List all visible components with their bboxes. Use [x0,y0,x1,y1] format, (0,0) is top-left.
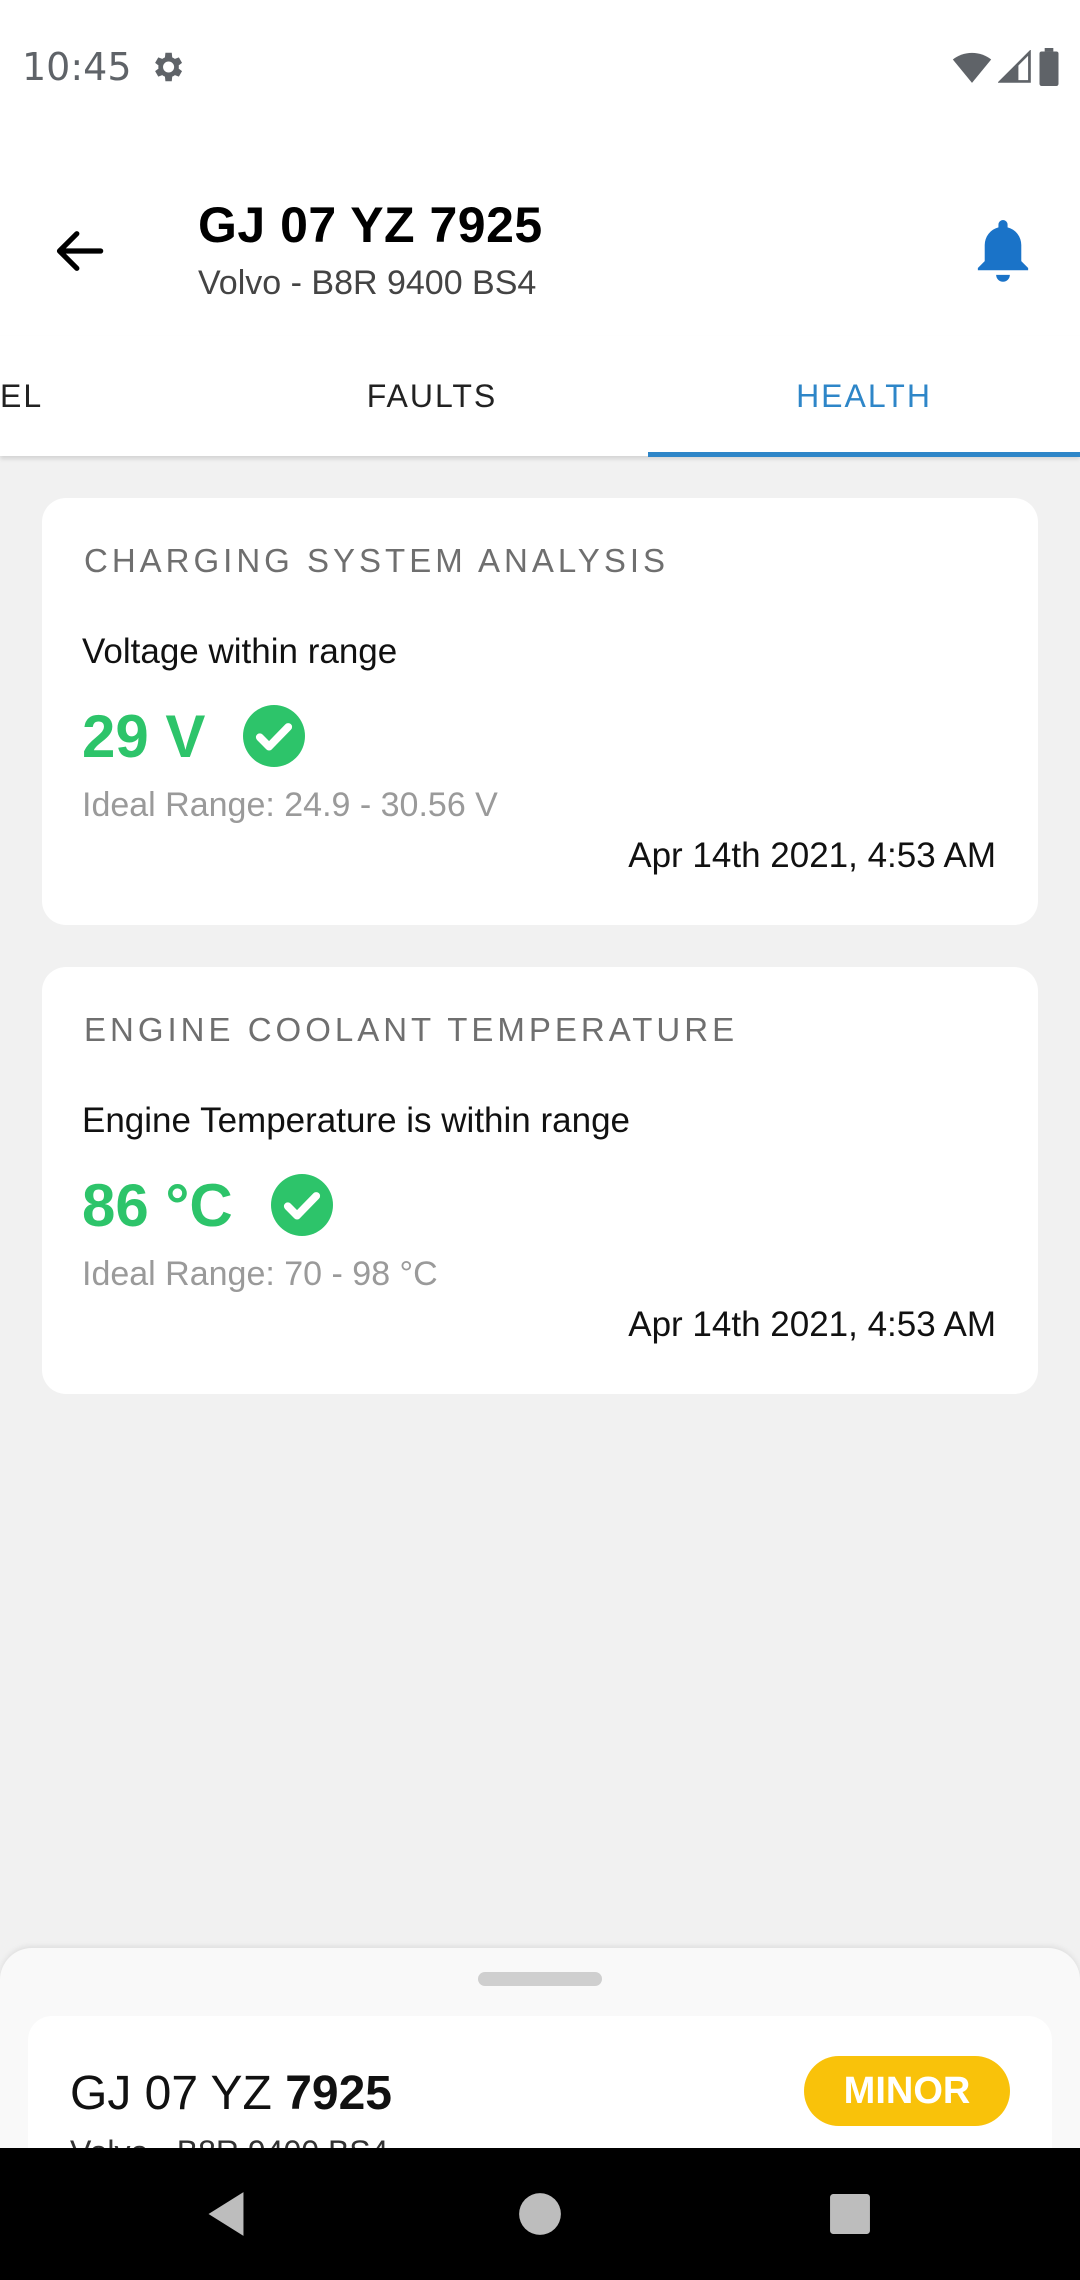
status-time: 10:45 [22,45,132,89]
vehicle-plate-title: GJ 07 YZ 7925 [198,197,543,253]
status-icons [952,48,1060,86]
card-value-row: 86 °C [82,1167,333,1243]
card-status-message: Voltage within range [82,632,398,671]
card-value-row: 29 V [82,698,306,774]
tab-selected-indicator [648,452,1080,457]
card-heading: ENGINE COOLANT TEMPERATURE [84,1011,739,1048]
sheet-vehicle-model: Volvo - B8R 9400 BS4 [70,2134,388,2148]
nav-recents-button[interactable] [820,2184,880,2244]
nav-back-button[interactable] [196,2184,256,2244]
tab-health[interactable]: HEALTH [648,336,1080,456]
back-button[interactable] [48,220,110,282]
vehicle-bottom-sheet[interactable]: GJ 07 YZ 7925 Volvo - B8R 9400 BS4 MINOR [0,1948,1080,2148]
tab-faults[interactable]: FAULTS [216,336,648,456]
back-triangle-icon [208,2192,244,2236]
card-ideal-range: Ideal Range: 70 - 98 °C [82,1255,438,1293]
vehicle-model-subtitle: Volvo - B8R 9400 BS4 [198,264,537,302]
tab-bar: EL FAULTS HEALTH [0,336,1080,457]
wifi-icon [952,52,992,83]
arrow-back-icon [56,231,104,271]
card-ideal-range: Ideal Range: 24.9 - 30.56 V [82,786,498,824]
battery-icon [1039,48,1059,86]
card-value: 29 V [82,702,206,770]
drag-handle[interactable] [478,1972,602,1986]
status-bar: 10:45 [0,0,1080,136]
notification-bell-icon [977,220,1029,282]
card-value: 86 °C [82,1171,233,1239]
severity-badge: MINOR [804,2056,1010,2126]
card-status-message: Engine Temperature is within range [82,1101,631,1140]
card-timestamp: Apr 14th 2021, 4:53 AM [628,1305,996,1344]
plate-number: 7925 [285,2067,392,2120]
check-circle-icon [270,1174,333,1236]
settings-icon [155,52,183,82]
card-heading: CHARGING SYSTEM ANALYSIS [84,542,670,579]
engine-coolant-card: ENGINE COOLANT TEMPERATURE Engine Temper… [42,967,1038,1394]
charging-system-card: CHARGING SYSTEM ANALYSIS Voltage within … [42,498,1038,925]
system-nav-bar [0,2148,1080,2280]
home-circle-icon [519,2193,561,2235]
tab-partial[interactable]: EL [0,336,60,456]
notifications-button[interactable] [970,216,1036,288]
nav-home-button[interactable] [510,2184,570,2244]
signal-icon [998,50,1031,83]
app-bar: GJ 07 YZ 7925 Volvo - B8R 9400 BS4 [0,136,1080,336]
sheet-vehicle-plate: GJ 07 YZ 7925 [70,2066,392,2121]
card-timestamp: Apr 14th 2021, 4:53 AM [628,836,996,875]
plate-prefix: GJ 07 YZ [70,2067,272,2120]
check-circle-icon [243,705,306,767]
recents-square-icon [830,2194,870,2234]
vehicle-summary-card[interactable]: GJ 07 YZ 7925 Volvo - B8R 9400 BS4 MINOR [28,2016,1052,2148]
